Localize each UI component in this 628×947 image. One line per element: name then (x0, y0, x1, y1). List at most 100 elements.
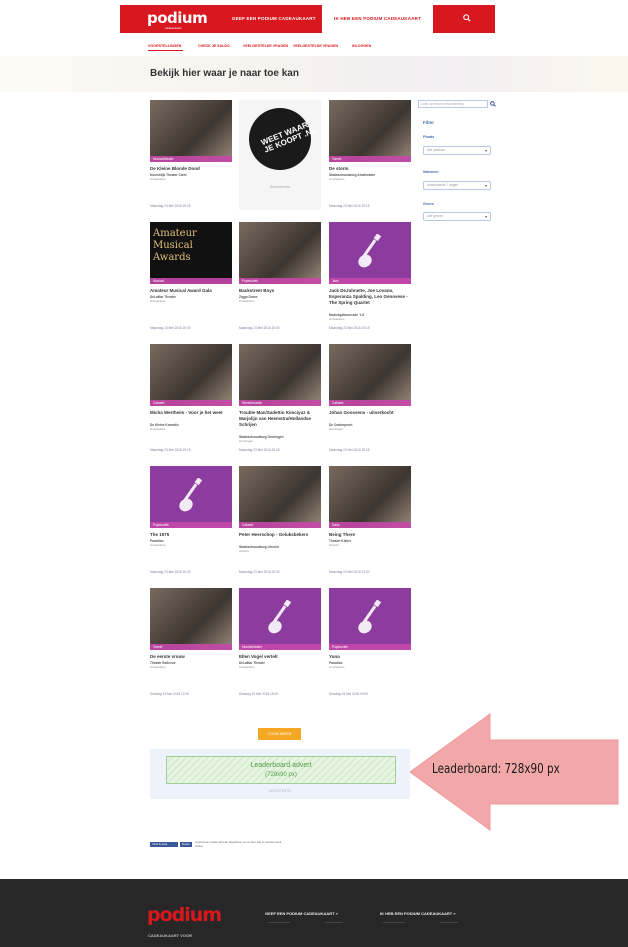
footer-logo-subtitle: CADEAUKAART VOOR (148, 933, 192, 938)
leaderboard-advert[interactable] (166, 756, 396, 784)
event-card[interactable]: Toneel De storm Stadsschouwburg Amsterdam A… (329, 100, 411, 210)
event-image[interactable] (239, 466, 321, 528)
event-category: Toneel (329, 156, 411, 162)
event-date: Maandag 23 Mei 2016 20:30 (239, 570, 280, 574)
event-title[interactable]: Jack DeJohnette, Joe Lovano, Esperanza S… (329, 288, 411, 306)
nav-have-giftcard[interactable]: IK HEB EEN PODIUM CADEAUKAART (322, 5, 434, 33)
event-title[interactable]: Amateur Musical Award Gala (150, 288, 232, 294)
event-title[interactable]: Trouble Man/Sadettin Kimciyuz & Marjolij… (239, 410, 321, 428)
event-category: Wereldmuziek (239, 400, 321, 406)
event-city: Utrecht (329, 543, 339, 547)
chevron-down-icon: ▾ (484, 148, 487, 153)
subnav-performances[interactable]: VOORSTELLINGEN (148, 44, 181, 48)
footer-logo[interactable]: podium (147, 904, 222, 926)
event-card[interactable]: Dans Being There Theater Kikker Utrecht Maan… (329, 466, 411, 576)
load-more-button[interactable]: TOON MEER (258, 728, 301, 740)
event-category: Cabaret (239, 522, 321, 528)
subnav-login[interactable]: INLOGGEN (352, 44, 371, 48)
event-image-placeholder[interactable] (329, 222, 411, 284)
event-card[interactable]: Cabaret Micha Wertheim - Voor je het weet… (150, 344, 232, 454)
event-image[interactable] (239, 222, 321, 284)
place-select[interactable]: Alle plaatsen ▾ (423, 146, 491, 155)
event-category: Dans (329, 522, 411, 528)
event-city: Amsterdam (329, 177, 345, 181)
event-title[interactable]: Yuna (329, 654, 411, 660)
event-card[interactable]: Amateur Musical Awards Musical Amateur Music… (150, 222, 232, 332)
event-image[interactable] (239, 344, 321, 406)
event-card[interactable]: Cabaret Peter Heerschop - Geluksbekers Sta… (239, 466, 321, 576)
footer-link-have[interactable]: IK HEB EEN PODIUM CADEAUKAART » (380, 911, 456, 916)
event-city: Utrecht (239, 549, 249, 553)
facebook-share-button[interactable]: Delen (180, 842, 192, 847)
sidebar-search-input[interactable]: Zoek op trefwoord/voorstelling (418, 100, 488, 108)
chevron-down-icon: ▾ (484, 214, 487, 219)
event-date: Maandag 23 Mei 2016 20:15 (150, 448, 191, 452)
footer-link-give[interactable]: GEEF EEN PODIUM CADEAUKAART » (265, 911, 338, 916)
event-title[interactable]: De storm (329, 166, 411, 172)
event-card[interactable]: Popmuziek Yuna Paradiso Amsterdam Dinsdag 24… (329, 588, 411, 698)
event-image[interactable]: Amateur Musical Awards (150, 222, 232, 284)
event-image[interactable] (150, 100, 232, 162)
event-category: Muziektheater (239, 644, 321, 650)
event-category: Jazz (329, 278, 411, 284)
event-title[interactable]: Peter Heerschop - Geluksbekers (239, 532, 321, 538)
footer-sublink[interactable] (325, 922, 343, 923)
search-icon[interactable] (490, 101, 496, 107)
logo[interactable]: podium (147, 9, 208, 27)
filter-title: Filter (423, 120, 435, 125)
event-title[interactable]: Micha Wertheim - Voor je het weet (150, 410, 232, 416)
event-image[interactable] (329, 100, 411, 162)
event-card[interactable]: Muziektheater Ellen Vogel vertelt DeLaMar … (239, 588, 321, 698)
event-image[interactable] (329, 466, 411, 528)
subnav-active-underline (148, 50, 183, 51)
event-card[interactable]: Jazz Jack DeJohnette, Joe Lovano, Esperan… (329, 222, 411, 332)
event-card[interactable]: Wereldmuziek Trouble Man/Sadettin Kimciyu… (239, 344, 321, 454)
event-date: Maandag 23 Mei 2016 20:15 (329, 448, 370, 452)
header: podium cadeaukaart GEEF EEN PODIUM CADEA… (0, 0, 628, 38)
genre-select-value: Alle genres (427, 214, 443, 218)
event-card[interactable]: Cabaret Johan Goossens - uitverkocht De Oo… (329, 344, 411, 454)
event-image[interactable] (329, 344, 411, 406)
event-card[interactable]: Toneel De eerste vrouw Theater Bellevue Ams… (150, 588, 232, 698)
guitar-icon (358, 600, 382, 634)
nav-give-giftcard[interactable]: GEEF EEN PODIUM CADEAUKAART (232, 16, 316, 21)
event-city: Groningen (239, 439, 254, 443)
event-card[interactable]: Popmuziek The 1975 Paradiso Amsterdam Maanda… (150, 466, 232, 576)
search-icon[interactable] (463, 14, 471, 22)
event-card[interactable]: Popmuziek Backstreet Boys Ziggo Dome Amster… (239, 222, 321, 332)
event-title[interactable]: De eerste vrouw (150, 654, 232, 660)
footer-sublink[interactable] (440, 922, 458, 923)
footer-sublink[interactable] (383, 922, 405, 923)
filter-genre-label: Genre (423, 202, 434, 206)
subnav-faq-2[interactable]: VEELGESTELDE VRAGEN (293, 44, 338, 48)
event-title[interactable]: Backstreet Boys (239, 288, 321, 294)
event-date: Maandag 23 Mei 2016 20:15 (239, 448, 280, 452)
annotation-text: Leaderboard: 728x90 px (432, 762, 560, 777)
event-image[interactable] (150, 588, 232, 650)
chevron-down-icon: ▾ (484, 183, 487, 188)
event-image-placeholder[interactable] (239, 588, 321, 650)
event-title[interactable]: De Kleine Blonde Dood (150, 166, 232, 172)
event-title[interactable]: Ellen Vogel vertelt (239, 654, 321, 660)
facebook-like-button[interactable]: Vind ik leuk (150, 842, 178, 847)
event-date: Maandag 23 Mei 2016 20:15 (329, 326, 370, 330)
subnav-check-balance[interactable]: CHECK JE SALDO (198, 44, 230, 48)
event-title[interactable]: Johan Goossens - uitverkocht (329, 410, 411, 416)
when-select[interactable]: Aankomende 7 dagen ▾ (423, 181, 491, 190)
filter-place-label: Plaats (423, 135, 435, 139)
event-title[interactable]: The 1975 (150, 532, 232, 538)
footer-sublink[interactable] (268, 922, 290, 923)
advertisement-card[interactable]: WEET WAAR JE KOOPT .NL Advertentie (239, 100, 321, 210)
filter-when-label: Wanneer (423, 170, 439, 174)
genre-select[interactable]: Alle genres ▾ (423, 212, 491, 221)
event-image-placeholder[interactable] (329, 588, 411, 650)
event-date: Maandag 23 Mei 2016 20:00 (150, 326, 191, 330)
event-city: Groningen (329, 427, 344, 431)
subnav-faq-1[interactable]: VEELGESTELDE VRAGEN (243, 44, 288, 48)
event-title[interactable]: Being There (329, 532, 411, 538)
event-image-placeholder[interactable] (150, 466, 232, 528)
event-city: Amsterdam (150, 299, 166, 303)
ad-label: Advertentie (269, 184, 291, 189)
event-image[interactable] (150, 344, 232, 406)
event-card[interactable]: Musicaltheater De Kleine Blonde Dood Konin… (150, 100, 232, 210)
